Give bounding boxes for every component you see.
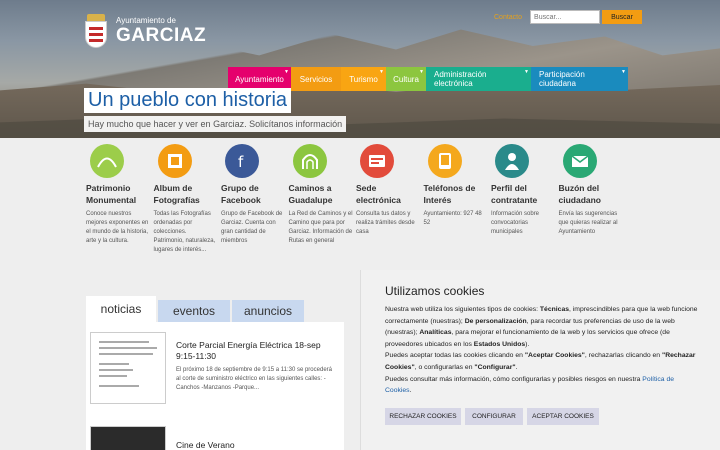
feature-description: Conoce nuestros mejores exponentes en el… [86,211,149,244]
feature-title[interactable]: Perfil del contratante [491,182,559,206]
feature-title[interactable]: Grupo de Facebook [221,182,289,206]
feature-card[interactable]: Caminos a Guadalupe La Red de Caminos y e… [289,144,357,255]
feature-description: La Red de Caminos y el Camino que para p… [288,211,353,244]
e-office-icon[interactable] [360,144,394,178]
nav-item-label: Administración electrónica [434,70,487,88]
mailbox-icon[interactable] [562,144,597,178]
news-excerpt: El próximo 18 de septiembre de 9:15 a 11… [176,367,332,391]
nav-item-label: Cultura [393,74,419,84]
logo-title: GARCIAZ [116,24,207,46]
chevron-down-icon: ▼ [419,69,424,75]
top-bar: Contacto Buscar [494,10,643,24]
feature-card[interactable]: Album de Fotografías Todas las Fotografía… [154,144,222,255]
photo-album-icon[interactable] [157,144,192,178]
feature-description: Todas las Fotografías ordenadas por cole… [153,211,216,253]
nav-item[interactable]: Cultura ▼ [386,67,426,91]
feature-card[interactable]: Patrimonio Monumental Conoce nuestros mej… [86,144,154,255]
chevron-down-icon: ▼ [379,69,384,75]
feature-title[interactable]: Album de Fotografías [154,182,222,206]
feature-title[interactable]: Sede electrónica [356,182,424,206]
hero-banner: Ayuntamiento de GARCIAZ Contacto Buscar … [0,0,720,138]
feature-description: Consulta tus datos y realiza trámites de… [356,211,415,235]
tab-noticias[interactable]: noticias [86,296,156,322]
logo-subtitle: Ayuntamiento de [116,15,176,25]
news-thumbnail [90,332,166,404]
news-title[interactable]: Cine de Verano [176,440,235,450]
chevron-down-icon: ▼ [284,69,289,75]
phone-icon[interactable] [427,144,462,178]
svg-text:f: f [238,153,244,169]
accept-cookies-button[interactable]: ACEPTAR COOKIES [527,408,599,425]
monument-icon[interactable] [90,144,124,178]
coat-of-arms-icon [84,14,108,48]
tab-anuncios[interactable]: anuncios [232,300,304,322]
feature-description: Ayuntamiento: 927 48 52 [423,211,482,226]
cookie-text: Nuestra web utiliza los siguientes tipos… [385,306,698,395]
arch-icon[interactable] [292,144,327,178]
contact-link[interactable]: Contacto [494,14,522,21]
configure-cookies-button[interactable]: CONFIGURAR [465,408,523,425]
feature-card[interactable]: Teléfonos de Interés Ayuntamiento: 927 48… [424,144,492,255]
reject-cookies-button[interactable]: RECHAZAR COOKIES [385,408,461,425]
nav-item[interactable]: Participación ciudadana ▼ [531,67,628,91]
feature-grid: Patrimonio Monumental Conoce nuestros mej… [86,144,626,255]
nav-item[interactable]: Administración electrónica ▼ [426,67,531,91]
chevron-down-icon: ▼ [621,69,626,75]
nav-item[interactable]: Servicios [291,67,341,91]
nav-item-label: Participación ciudadana [539,70,585,88]
site-logo[interactable]: Ayuntamiento de GARCIAZ [84,14,206,48]
facebook-group-icon[interactable]: f [225,144,259,178]
feature-title[interactable]: Caminos a Guadalupe [289,182,357,206]
hero-slogan: Un pueblo con historia [84,88,292,113]
feature-card[interactable]: f Grupo de Facebook Grupo de Facebook de G… [221,144,289,255]
cookie-body: Nuestra web utiliza los siguientes tipos… [385,306,698,383]
nav-item-label: Turismo [349,74,378,84]
chevron-down-icon: ▼ [524,69,529,75]
feature-card[interactable]: Perfil del contratante Información sobre … [491,144,559,255]
cookie-buttons: RECHAZAR COOKIES CONFIGURAR ACEPTAR COOK… [385,408,603,425]
search-input[interactable] [530,10,601,24]
search-button[interactable]: Buscar [602,10,643,24]
feature-description: Información sobre convocatorias municipa… [491,211,540,235]
feature-title[interactable]: Buzón del ciudadano [559,182,627,206]
tab-eventos[interactable]: eventos [158,300,230,322]
news-list: Corte Parcial Energía Eléctrica 18-sep 9… [86,322,344,450]
nav-item-label: Ayuntamiento [235,74,284,84]
feature-description: Grupo de Facebook de Garciaz. Cuenta con… [221,211,283,244]
feature-title[interactable]: Patrimonio Monumental [86,182,154,206]
feature-card[interactable]: Buzón del ciudadano Envía las sugerencias… [559,144,627,255]
news-title[interactable]: Corte Parcial Energía Eléctrica 18-sep 9… [176,340,340,362]
feature-title[interactable]: Teléfonos de Interés [424,182,492,206]
feature-description: Envía las sugerencias que quieras realiz… [558,211,618,235]
hero-subtitle: Hay mucho que hacer y ver en Garciaz. So… [84,116,347,132]
nav-item[interactable]: Turismo ▼ [341,67,386,91]
news-tabs: noticias eventos anuncios [86,296,306,322]
profile-icon[interactable] [495,144,529,178]
feature-card[interactable]: Sede electrónica Consulta tus datos y rea… [356,144,424,255]
cookie-banner: Utilizamos cookies Nuestra web utiliza l… [360,270,720,450]
nav-item-label: Servicios [299,74,333,84]
news-thumbnail [90,426,166,450]
cookie-title: Utilizamos cookies [385,284,485,298]
